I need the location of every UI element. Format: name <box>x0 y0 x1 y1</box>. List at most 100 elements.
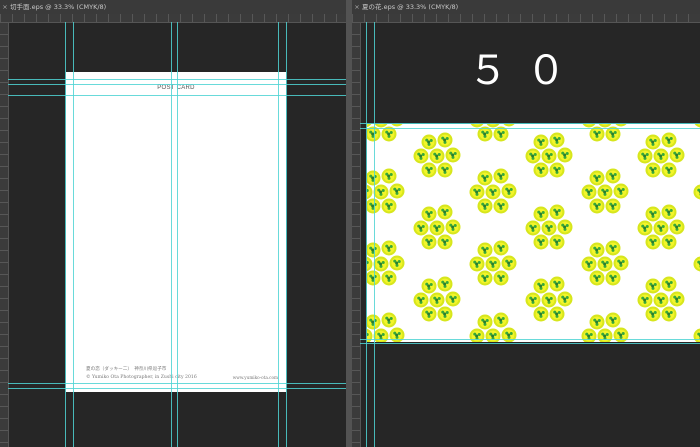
flower-dot <box>367 256 373 272</box>
postcard-footer-line1: 夏の恋（ダッキー二） 神奈川県逗子市 <box>86 367 167 372</box>
flower-dot <box>693 256 700 272</box>
flower-dot <box>661 306 677 322</box>
guide-horizontal[interactable] <box>8 383 346 384</box>
guide-vertical[interactable] <box>366 22 367 447</box>
flower-dot <box>645 278 661 294</box>
flower-dot <box>533 234 549 250</box>
flower-dot <box>605 270 621 286</box>
flower-dot <box>589 270 605 286</box>
flower-dot <box>389 183 405 199</box>
flower-dot <box>533 206 549 222</box>
flower-dot <box>493 312 509 328</box>
flower-dot <box>429 148 445 164</box>
flower-dot <box>437 234 453 250</box>
guide-horizontal[interactable] <box>360 343 700 344</box>
flower-dot <box>661 276 677 292</box>
flower-dot <box>533 134 549 150</box>
flower-dot <box>581 256 597 272</box>
close-icon[interactable]: × <box>0 0 10 14</box>
guide-vertical[interactable] <box>374 22 375 447</box>
flower-dot <box>421 306 437 322</box>
flower-dot <box>541 148 557 164</box>
flower-dot <box>367 184 373 200</box>
flower-dot <box>437 162 453 178</box>
flower-dot <box>533 306 549 322</box>
flower-dot <box>653 148 669 164</box>
flower-dot <box>549 234 565 250</box>
flower-dot <box>477 198 493 214</box>
flower-dot <box>477 242 493 258</box>
flower-dot <box>381 240 397 256</box>
flower-dot <box>693 184 700 200</box>
flower-dot <box>645 134 661 150</box>
flower-dot <box>541 292 557 308</box>
guide-horizontal[interactable] <box>360 123 700 124</box>
flower-dot <box>661 204 677 220</box>
flower-dot <box>485 184 501 200</box>
flower-dot <box>493 240 509 256</box>
flower-dot <box>437 276 453 292</box>
big-number-text[interactable]: ５０ <box>352 38 700 96</box>
flower-dot <box>525 220 541 236</box>
flower-dot <box>501 255 517 271</box>
left-tab-title: 切手面.eps @ 33.3% (CMYK/8) <box>10 3 107 11</box>
flower-dot <box>469 256 485 272</box>
flower-dot <box>653 292 669 308</box>
flower-dot <box>421 234 437 250</box>
horizontal-ruler[interactable] <box>352 14 700 23</box>
flower-dot <box>477 270 493 286</box>
flower-dot <box>597 256 613 272</box>
flower-dot <box>557 291 573 307</box>
flower-dot <box>653 220 669 236</box>
close-icon[interactable]: × <box>352 0 362 14</box>
flower-dot <box>525 148 541 164</box>
flower-dot <box>470 124 484 128</box>
flower-dot <box>597 184 613 200</box>
flower-pattern-artboard[interactable] <box>367 124 700 342</box>
left-document-tab[interactable]: × 切手面.eps @ 33.3% (CMYK/8) <box>0 0 346 15</box>
flower-dot <box>589 242 605 258</box>
flower-dot <box>605 240 621 256</box>
left-document-window: × 切手面.eps @ 33.3% (CMYK/8) POST CARD 夏の恋（… <box>0 0 346 447</box>
guide-horizontal[interactable] <box>8 388 346 389</box>
postcard-footer: 夏の恋（ダッキー二） 神奈川県逗子市 © Yumiko Ota Photogra… <box>86 366 278 382</box>
horizontal-ruler[interactable] <box>0 14 346 23</box>
flower-dot <box>525 292 541 308</box>
guide-horizontal[interactable] <box>8 95 346 96</box>
flower-dot <box>429 220 445 236</box>
flower-dot <box>669 219 685 235</box>
flower-dot <box>486 124 500 128</box>
flower-dot <box>541 220 557 236</box>
flower-dot <box>549 204 565 220</box>
guide-horizontal[interactable] <box>360 128 700 129</box>
flower-dot <box>501 183 517 199</box>
flower-dot <box>549 162 565 178</box>
flower-dot <box>389 255 405 271</box>
postcard-artboard[interactable]: POST CARD 夏の恋（ダッキー二） 神奈川県逗子市 © Yumiko Ot… <box>66 72 286 392</box>
flower-dot <box>413 220 429 236</box>
flower-dot <box>421 134 437 150</box>
flower-dot <box>445 147 461 163</box>
flower-dot <box>485 256 501 272</box>
flower-dot <box>605 312 621 328</box>
flower-dot <box>477 314 493 330</box>
right-document-tab[interactable]: × 夏の花.eps @ 33.3% (CMYK/8) <box>352 0 700 15</box>
flower-dot <box>437 204 453 220</box>
flower-dot <box>445 291 461 307</box>
flower-dot <box>413 292 429 308</box>
flower-dot <box>581 184 597 200</box>
flower-dot <box>645 206 661 222</box>
flower-dot <box>645 306 661 322</box>
flower-dot <box>469 184 485 200</box>
flower-dot <box>445 219 461 235</box>
flower-dot <box>437 132 453 148</box>
flower-dot <box>605 198 621 214</box>
flower-dot <box>413 148 429 164</box>
flower-dot <box>503 124 515 127</box>
flower-dot <box>598 124 612 128</box>
flower-dot <box>493 270 509 286</box>
right-tab-title: 夏の花.eps @ 33.3% (CMYK/8) <box>362 3 459 11</box>
guide-horizontal[interactable] <box>360 339 700 340</box>
guide-horizontal[interactable] <box>8 84 346 85</box>
guide-horizontal[interactable] <box>8 79 346 80</box>
